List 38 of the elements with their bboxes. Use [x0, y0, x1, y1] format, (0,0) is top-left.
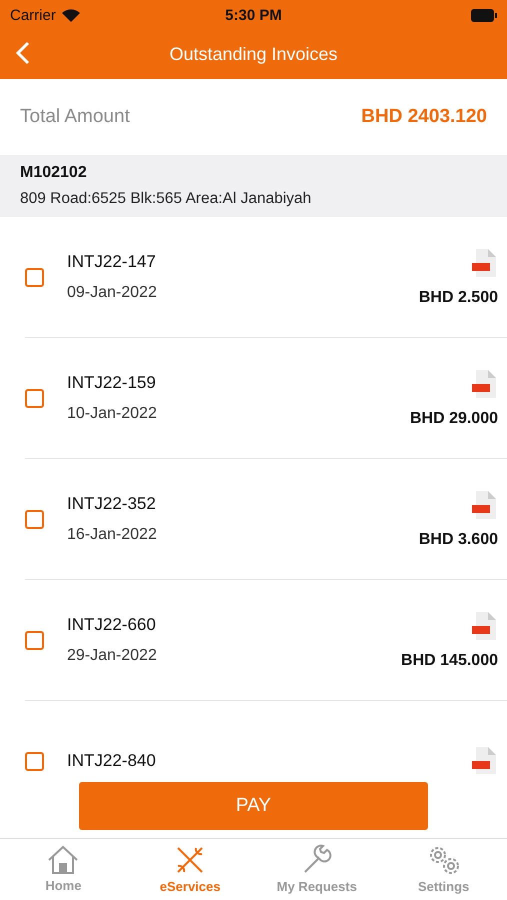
- invoice-date: 29-Jan-2022: [67, 647, 158, 665]
- pdf-file-icon[interactable]: [470, 368, 498, 400]
- status-time: 5:30 PM: [225, 6, 282, 24]
- invoice-checkbox[interactable]: [25, 510, 44, 528]
- pdf-file-icon[interactable]: [470, 610, 498, 642]
- tab-bar-item[interactable]: Home: [0, 839, 127, 899]
- pdf-file-icon[interactable]: [470, 745, 498, 774]
- customer-id: M102102: [20, 164, 88, 182]
- home-icon: [47, 845, 80, 875]
- invoice-number: INTJ22-840: [67, 751, 157, 771]
- invoice-checkbox[interactable]: [25, 752, 44, 770]
- pdf-file-icon[interactable]: [470, 247, 498, 279]
- invoice-number: INTJ22-147: [67, 252, 157, 272]
- invoice-amount: BHD 2.500: [418, 289, 498, 307]
- tab-bar-item[interactable]: Settings: [380, 839, 507, 899]
- invoice-number: INTJ22-159: [67, 373, 157, 393]
- invoice-number: INTJ22-660: [67, 615, 157, 635]
- pay-button[interactable]: PAY: [79, 782, 428, 830]
- screen-title: Outstanding Invoices: [169, 44, 338, 65]
- invoice-date: 16-Jan-2022: [67, 526, 158, 544]
- wifi-icon: [62, 8, 80, 22]
- invoice-checkbox[interactable]: [25, 630, 44, 650]
- total-label: Total Amount: [20, 106, 130, 128]
- total-amount: BHD 2403.120: [361, 106, 487, 128]
- invoice-amount: BHD 145.000: [401, 652, 498, 670]
- carrier-text: Carrier: [10, 6, 56, 24]
- invoice-number: INTJ22-352: [67, 494, 157, 514]
- invoice-date: 10-Jan-2022: [67, 405, 158, 423]
- battery-icon: [471, 8, 498, 22]
- invoice-amount: BHD 29.000: [410, 410, 498, 428]
- invoice-amount: BHD 3.600: [418, 531, 498, 549]
- customer-address: 809 Road:6525 Blk:565 Area:Al Janabiyah: [20, 190, 312, 208]
- tab-bar-item[interactable]: My Requests: [254, 839, 380, 899]
- invoice-checkbox[interactable]: [25, 388, 44, 408]
- tab-bar-item[interactable]: eServices: [126, 839, 254, 899]
- invoice-date: 09-Jan-2022: [67, 284, 158, 302]
- pdf-file-icon[interactable]: [470, 489, 498, 521]
- invoice-checkbox[interactable]: [25, 268, 44, 286]
